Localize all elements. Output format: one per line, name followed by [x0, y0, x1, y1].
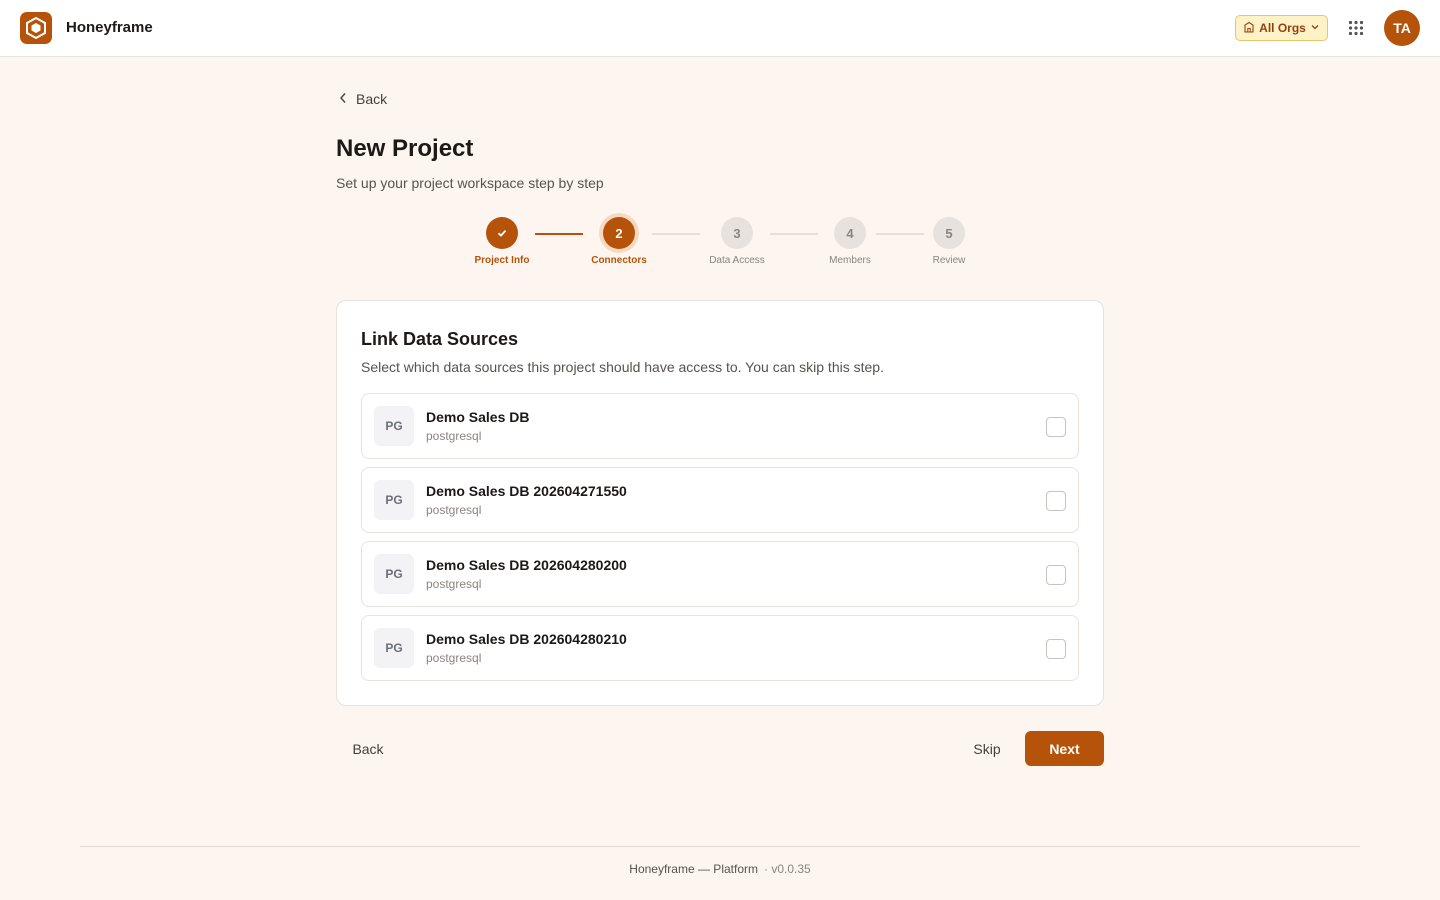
data-source-row[interactable]: PG Demo Sales DB 202604271550 postgresql	[361, 467, 1079, 533]
postgresql-badge: PG	[374, 554, 414, 594]
data-source-type: postgresql	[426, 503, 482, 517]
skip-button[interactable]: Skip	[958, 731, 1016, 766]
link-data-sources-card: Link Data Sources Select which data sour…	[336, 300, 1104, 706]
data-source-type: postgresql	[426, 651, 482, 665]
step-circle	[486, 217, 518, 249]
data-source-checkbox[interactable]	[1046, 417, 1066, 437]
data-source-checkbox[interactable]	[1046, 491, 1066, 511]
data-source-type: postgresql	[426, 577, 482, 591]
postgresql-badge: PG	[374, 406, 414, 446]
footer: Honeyframe — Platform · v0.0.35	[0, 862, 1440, 876]
postgresql-badge: PG	[374, 628, 414, 668]
step-label: Data Access	[709, 255, 765, 266]
user-avatar[interactable]: TA	[1384, 10, 1420, 46]
footer-divider	[80, 846, 1360, 847]
step-circle: 2	[603, 217, 635, 249]
page-subtitle: Set up your project workspace step by st…	[336, 175, 604, 191]
step-project-info[interactable]: Project Info	[452, 217, 552, 266]
chevron-left-icon	[338, 91, 348, 107]
top-bar: Honeyframe All Orgs TA	[0, 0, 1440, 57]
card-description: Select which data sources this project s…	[361, 359, 884, 375]
org-selector-button[interactable]: All Orgs	[1235, 15, 1328, 41]
data-source-row[interactable]: PG Demo Sales DB postgresql	[361, 393, 1079, 459]
step-label: Review	[932, 255, 966, 266]
data-source-row[interactable]: PG Demo Sales DB 202604280210 postgresql	[361, 615, 1079, 681]
footer-version: · v0.0.35	[764, 862, 811, 876]
data-source-name: Demo Sales DB 202604280210	[426, 631, 627, 647]
app-name: Honeyframe	[66, 19, 153, 36]
data-source-name: Demo Sales DB 202604280200	[426, 557, 627, 573]
postgresql-badge: PG	[374, 480, 414, 520]
step-label: Members	[829, 255, 871, 266]
data-source-name: Demo Sales DB	[426, 409, 530, 425]
page-title: New Project	[336, 135, 474, 162]
step-review[interactable]: 5 Review	[899, 217, 999, 266]
step-label: Connectors	[591, 255, 647, 266]
step-circle: 3	[721, 217, 753, 249]
building-icon	[1243, 21, 1255, 36]
back-link[interactable]: Back	[338, 89, 387, 109]
apps-grid-icon[interactable]	[1344, 16, 1368, 40]
data-source-checkbox[interactable]	[1046, 639, 1066, 659]
honeyframe-logo-icon[interactable]	[20, 12, 52, 44]
step-label: Project Info	[474, 255, 530, 266]
back-button[interactable]: Back	[336, 731, 400, 766]
chevron-down-icon	[1310, 21, 1320, 35]
step-connectors[interactable]: 2 Connectors	[569, 217, 669, 266]
data-source-row[interactable]: PG Demo Sales DB 202604280200 postgresql	[361, 541, 1079, 607]
footer-text: Honeyframe — Platform	[629, 862, 758, 876]
step-data-access[interactable]: 3 Data Access	[687, 217, 787, 266]
data-source-checkbox[interactable]	[1046, 565, 1066, 585]
checkmark-icon	[497, 229, 507, 237]
data-source-name: Demo Sales DB 202604271550	[426, 483, 627, 499]
step-circle: 5	[933, 217, 965, 249]
next-button[interactable]: Next	[1025, 731, 1104, 766]
data-source-type: postgresql	[426, 429, 482, 443]
step-circle: 4	[834, 217, 866, 249]
org-selector-label: All Orgs	[1259, 21, 1306, 35]
back-link-label: Back	[356, 91, 388, 107]
card-title: Link Data Sources	[361, 329, 519, 349]
step-members[interactable]: 4 Members	[800, 217, 900, 266]
